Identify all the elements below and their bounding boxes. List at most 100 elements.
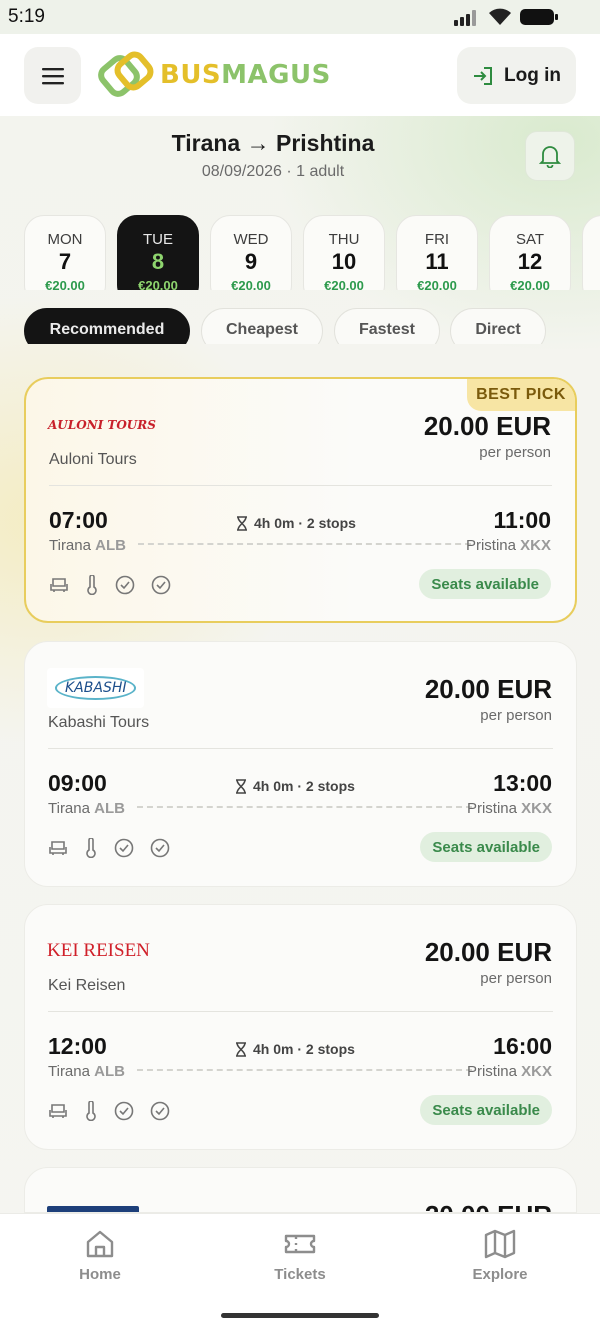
- departure-time: 09:00: [48, 770, 107, 796]
- price-unit: per person: [479, 444, 551, 461]
- departure-time: 12:00: [48, 1033, 107, 1059]
- route-line: [137, 806, 472, 808]
- day-tue[interactable]: TUE 8 €20.00: [117, 215, 199, 290]
- seats-badge: Seats available: [420, 832, 552, 862]
- check-circle-icon: [150, 1101, 170, 1121]
- hamburger-icon: [41, 67, 64, 84]
- status-bar: 5:19: [0, 0, 600, 34]
- operator-name: Kei Reisen: [48, 977, 126, 994]
- day-name: MON: [47, 231, 83, 248]
- day-next[interactable]: [582, 215, 600, 290]
- day-date: 9: [244, 249, 258, 274]
- day-name: FRI: [424, 231, 450, 248]
- trip-card[interactable]: 20.00 EUR: [24, 1167, 577, 1213]
- day-name: TUE: [143, 231, 173, 248]
- nav-explore[interactable]: Explore: [440, 1228, 560, 1283]
- day-date: 11: [425, 249, 449, 274]
- day-sat[interactable]: SAT 12 €20.00: [489, 215, 571, 290]
- divider: [48, 748, 553, 749]
- route-line: [138, 543, 471, 545]
- hourglass-icon: [237, 515, 247, 531]
- day-price: €20.00: [417, 278, 457, 290]
- brand-name: BUSMAGUS: [160, 60, 331, 90]
- thermometer-icon: [87, 575, 97, 595]
- day-date: 10: [331, 249, 357, 274]
- seat-icon: [50, 578, 68, 592]
- trip-duration: 4h 0m · 2 stops: [235, 778, 355, 794]
- signal-icon: [454, 10, 476, 26]
- trip-card[interactable]: KEI REISEN Kei Reisen 20.00 EUR per pers…: [24, 904, 577, 1150]
- operator-logo-text: KABASHI: [55, 676, 137, 700]
- filter-recommended[interactable]: Recommended: [24, 308, 190, 344]
- menu-button[interactable]: [24, 47, 81, 104]
- check-circle-icon: [114, 1101, 134, 1121]
- nav-tickets[interactable]: Tickets: [240, 1228, 360, 1283]
- seats-badge: Seats available: [420, 1095, 552, 1125]
- amenities: [48, 1101, 170, 1121]
- day-price: €20.00: [324, 278, 364, 290]
- sort-filters: Recommended Cheapest Fastest Direct: [24, 308, 600, 344]
- operator-name: Auloni Tours: [49, 451, 137, 468]
- login-label: Log in: [504, 64, 561, 86]
- trip-price: 20.00 EUR: [424, 937, 552, 967]
- trip-price: 20.00 EUR: [423, 411, 551, 441]
- route-line: [137, 1069, 472, 1071]
- check-circle-icon: [115, 575, 135, 595]
- arrival-time: 11:00: [493, 507, 551, 533]
- date-selector: MON 7 €20.00 TUE 8 €20.00 WED 9 €20.00 T…: [24, 215, 600, 290]
- map-icon: [484, 1229, 516, 1259]
- trip-duration: 4h 0m · 2 stops: [235, 1041, 355, 1057]
- day-name: WED: [233, 231, 269, 248]
- day-wed[interactable]: WED 9 €20.00: [210, 215, 292, 290]
- trip-price: 20.00 EUR: [425, 1200, 552, 1212]
- divider: [49, 485, 552, 486]
- seats-badge: Seats available: [419, 569, 551, 599]
- amenities: [49, 575, 171, 595]
- app-header: BUSMAGUS Log in: [0, 34, 600, 116]
- trip-price: 20.00 EUR: [424, 674, 552, 704]
- departure-location: Tirana ALB: [48, 1063, 125, 1080]
- price-alert-button[interactable]: [525, 131, 575, 181]
- day-name: THU: [328, 231, 360, 248]
- nav-home[interactable]: Home: [40, 1228, 160, 1283]
- ticket-icon: [284, 1234, 316, 1254]
- status-icons: [454, 8, 560, 26]
- day-price: €20.00: [138, 278, 178, 290]
- departure-location: Tirana ALB: [48, 800, 125, 817]
- amenities: [48, 838, 170, 858]
- route-subtitle: 08/09/2026 · 1 adult: [201, 163, 345, 180]
- arrival-time: 16:00: [493, 1033, 552, 1059]
- filter-fastest[interactable]: Fastest: [334, 308, 440, 344]
- operator-logo: [47, 1206, 139, 1212]
- operator-name: Kabashi Tours: [48, 714, 150, 731]
- brand-logo[interactable]: BUSMAGUS: [96, 51, 331, 99]
- departure-time: 07:00: [49, 507, 108, 533]
- filter-direct[interactable]: Direct: [450, 308, 546, 344]
- filter-cheapest[interactable]: Cheapest: [201, 308, 323, 344]
- home-indicator[interactable]: [221, 1313, 379, 1318]
- nav-explore-label: Explore: [472, 1266, 528, 1283]
- day-fri[interactable]: FRI 11 €20.00: [396, 215, 478, 290]
- price-unit: per person: [480, 707, 552, 724]
- trip-card[interactable]: KABASHI Kabashi Tours 20.00 EUR per pers…: [24, 641, 577, 887]
- battery-icon: [520, 9, 558, 25]
- day-thu[interactable]: THU 10 €20.00: [303, 215, 385, 290]
- trip-card[interactable]: BEST PICK AULONI TOURS Auloni Tours 20.0…: [24, 377, 577, 623]
- divider: [48, 1011, 553, 1012]
- check-circle-icon: [114, 838, 134, 858]
- status-time: 5:19: [8, 6, 45, 27]
- nav-tickets-label: Tickets: [274, 1266, 326, 1283]
- day-mon[interactable]: MON 7 €20.00: [24, 215, 106, 290]
- hourglass-icon: [236, 1041, 246, 1057]
- operator-logo: KEI REISEN: [47, 931, 150, 971]
- arrival-location: Pristina XKX: [465, 537, 551, 554]
- day-date: 7: [58, 249, 72, 274]
- login-button[interactable]: Log in: [457, 47, 576, 104]
- day-name: SAT: [515, 231, 545, 248]
- day-price: €20.00: [231, 278, 271, 290]
- day-price: €20.00: [510, 278, 550, 290]
- departure-location: Tirana ALB: [49, 537, 126, 554]
- operator-logo: KABASHI: [47, 668, 145, 708]
- seat-icon: [49, 1104, 67, 1118]
- thermometer-icon: [86, 1101, 96, 1121]
